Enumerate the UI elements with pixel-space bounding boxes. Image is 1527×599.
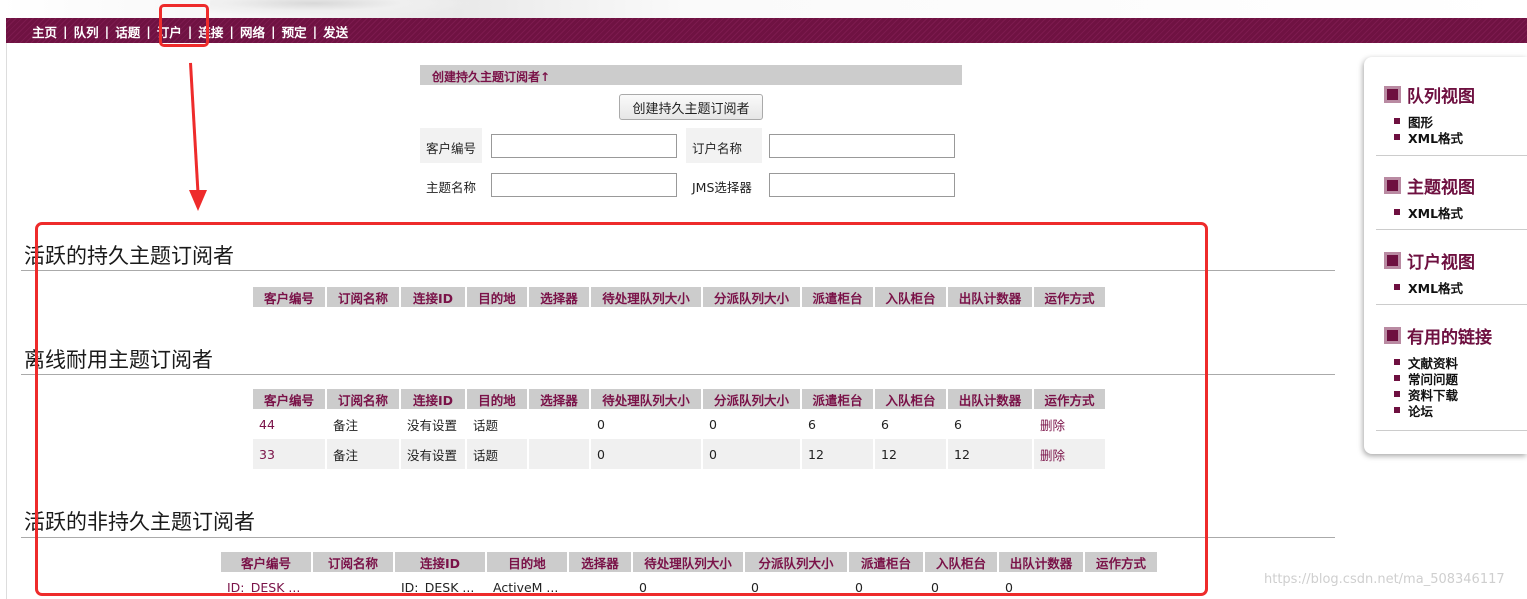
sidebar-divider <box>1376 304 1527 305</box>
create-form-header: 创建持久主题订阅者↑ <box>420 65 962 85</box>
sidebar-link-queue-xml[interactable]: XML格式 <box>1394 129 1475 146</box>
topic-name-input[interactable] <box>491 173 677 197</box>
client-id-label: 客户编号 <box>426 141 477 156</box>
nav-network[interactable]: 网络 <box>240 22 265 41</box>
sidebar-title-useful-links: 有用的链接 <box>1407 328 1492 348</box>
bullet-icon <box>1394 209 1400 215</box>
header-banner <box>0 0 1527 18</box>
nav-send[interactable]: 发送 <box>323 22 348 41</box>
sidebar-title-topic-views: 主题视图 <box>1407 178 1475 198</box>
watermark: https://blog.csdn.net/ma_508346117 <box>1264 572 1505 587</box>
nav-topics[interactable]: 话题 <box>115 22 140 41</box>
banner-decoration <box>210 0 470 16</box>
create-durable-subscriber-button[interactable]: 创建持久主题订阅者 <box>619 94 763 120</box>
nav-separator: | <box>270 24 276 39</box>
annotation-arrow-icon <box>189 62 200 195</box>
sidebar-divider <box>1376 229 1527 230</box>
bullet-icon <box>1394 375 1400 381</box>
nav-scheduled[interactable]: 预定 <box>282 22 307 41</box>
sidebar-title-subscriber-views: 订户视图 <box>1407 253 1475 273</box>
bullet-icon <box>1394 134 1400 140</box>
bullet-icon <box>1394 284 1400 290</box>
bullet-icon <box>1394 407 1400 413</box>
jms-selector-input[interactable] <box>769 173 955 197</box>
sidebar-subscriber-views: 订户视图 XML格式 <box>1384 248 1475 296</box>
nav-separator: | <box>312 24 318 39</box>
nav-separator: | <box>146 24 151 39</box>
subscription-name-input[interactable] <box>769 134 955 158</box>
sidebar-link-topic-xml[interactable]: XML格式 <box>1394 204 1475 221</box>
client-id-input[interactable] <box>491 134 677 158</box>
jms-selector-label: JMS选择器 <box>692 180 752 195</box>
sidebar-title-queue-views: 队列视图 <box>1407 87 1475 107</box>
square-icon <box>1384 177 1401 194</box>
sidebar-link-forum[interactable]: 论坛 <box>1394 402 1492 419</box>
square-icon <box>1384 327 1401 344</box>
nav-separator: | <box>104 24 110 39</box>
nav-separator: | <box>63 24 68 39</box>
annotation-region-box <box>35 222 1208 596</box>
annotation-arrow-head-icon <box>189 190 207 211</box>
sidebar: 队列视图 图形 XML格式 主题视图 XML格式 订户视图 XML格式 有用的链… <box>1364 57 1527 454</box>
bullet-icon <box>1394 391 1400 397</box>
sidebar-divider <box>1376 155 1527 156</box>
main-nav: 主页 | 队列 | 话题 | 订户 | 连接 | 网络 | 预定 | 发送 <box>6 18 1527 43</box>
content-border <box>6 43 7 599</box>
annotation-highlight-box <box>159 4 209 47</box>
sidebar-topic-views: 主题视图 XML格式 <box>1384 173 1475 221</box>
sidebar-link-subscriber-xml[interactable]: XML格式 <box>1394 279 1475 296</box>
sidebar-useful-links: 有用的链接 文献资料 常问问题 资料下载 论坛 <box>1384 323 1492 419</box>
subscription-name-label: 订户名称 <box>692 141 743 156</box>
square-icon <box>1384 252 1401 269</box>
topic-name-label: 主题名称 <box>426 180 477 195</box>
sidebar-queue-views: 队列视图 图形 XML格式 <box>1384 82 1475 146</box>
nav-queues[interactable]: 队列 <box>74 22 99 41</box>
sidebar-divider <box>1376 430 1527 431</box>
bullet-icon <box>1394 118 1400 124</box>
square-icon <box>1384 86 1401 103</box>
nav-home[interactable]: 主页 <box>32 22 57 41</box>
bullet-icon <box>1394 359 1400 365</box>
nav-separator: | <box>229 24 234 39</box>
